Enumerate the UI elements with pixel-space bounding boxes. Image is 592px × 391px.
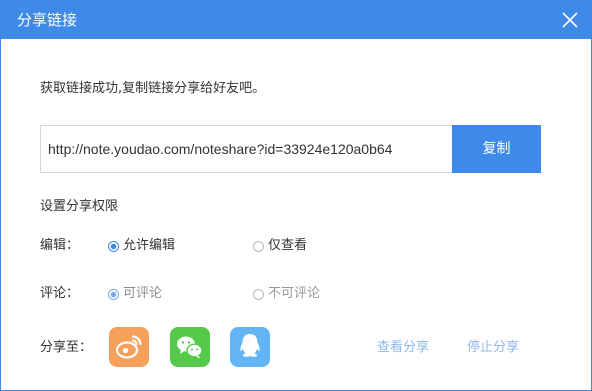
share-wechat-button[interactable] [170, 327, 210, 367]
qq-icon [240, 334, 260, 357]
close-button[interactable] [557, 7, 583, 33]
share-to-label: 分享至： [40, 340, 93, 355]
radio-allow-edit[interactable]: 允许编辑 [108, 237, 175, 255]
radio-view-only-label: 仅查看 [268, 238, 308, 253]
radio-can-comment[interactable]: 可评论 [108, 285, 162, 303]
share-weibo-button[interactable] [109, 327, 149, 367]
share-qq-button[interactable] [230, 327, 270, 367]
close-icon [562, 12, 578, 28]
dialog-title: 分享链接 [17, 11, 78, 29]
radio-unchecked-icon [253, 288, 264, 300]
edit-label: 编辑： [40, 238, 80, 253]
wechat-icon [177, 336, 203, 359]
radio-checked-icon [108, 240, 119, 252]
radio-checked-icon [108, 288, 119, 300]
radio-allow-edit-label: 允许编辑 [123, 238, 176, 253]
share-link-dialog: 分享链接 获取链接成功,复制链接分享给好友吧。 复制 设置分享权限 编辑： 允许… [0, 0, 592, 391]
share-url-box [40, 125, 452, 173]
title-bar: 分享链接 [1, 1, 591, 39]
stop-share-link[interactable]: 停止分享 [467, 339, 519, 357]
share-url-input[interactable] [41, 126, 452, 172]
copy-button[interactable]: 复制 [452, 125, 541, 173]
radio-unchecked-icon [253, 240, 264, 252]
weibo-icon [115, 335, 142, 359]
success-message: 获取链接成功,复制链接分享给好友吧。 [40, 81, 266, 96]
comment-label: 评论： [40, 286, 80, 301]
radio-can-comment-label: 可评论 [123, 286, 163, 301]
radio-no-comment[interactable]: 不可评论 [253, 285, 320, 303]
radio-view-only[interactable]: 仅查看 [253, 237, 307, 255]
permissions-title: 设置分享权限 [40, 199, 119, 214]
view-share-link[interactable]: 查看分享 [377, 339, 429, 357]
radio-no-comment-label: 不可评论 [268, 286, 321, 301]
